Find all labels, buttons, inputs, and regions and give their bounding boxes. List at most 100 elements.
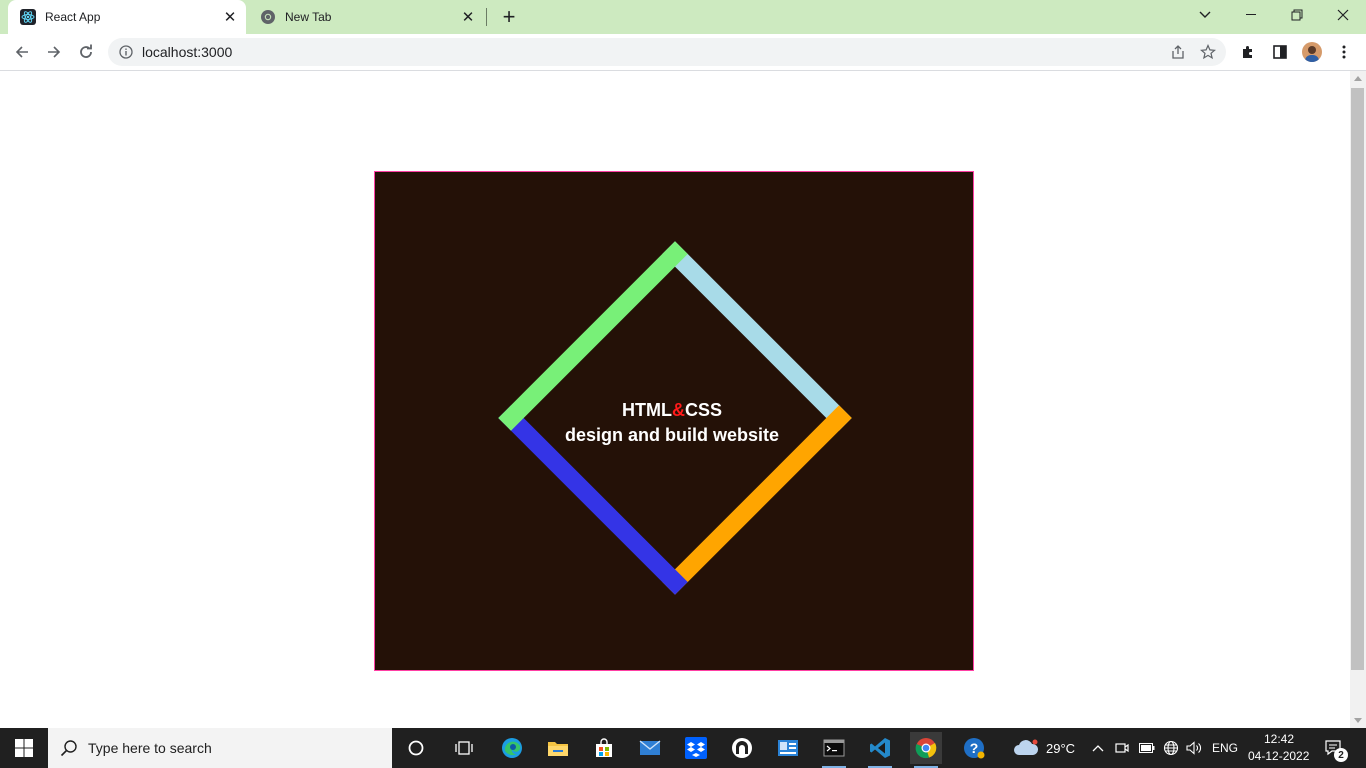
address-bar[interactable]: localhost:3000 [108,38,1226,66]
cloud-icon [1014,739,1039,755]
arch-app-icon [732,738,752,758]
chrome-icon [260,9,276,25]
scroll-up-icon[interactable] [1354,76,1362,81]
clock-date[interactable]: 04-12-2022 [1248,749,1309,763]
hero-heading: HTML&CSS [375,398,969,423]
task-view-icon [455,741,473,755]
globe-icon [1163,740,1179,756]
store-icon [596,738,612,757]
hero-subtitle: design and build website [564,425,780,445]
search-icon [60,740,77,757]
side-panel-icon [1273,45,1287,59]
dropbox-icon [685,737,707,759]
page-viewport: HTML&CSS design and build website [0,71,1350,728]
taskbar-store[interactable] [588,732,620,764]
extensions-button[interactable] [1236,40,1260,64]
forward-arrow-icon [48,46,61,58]
folder-icon [548,742,568,756]
taskbar-mail[interactable] [634,732,666,764]
scroll-down-icon[interactable] [1354,718,1362,723]
puzzle-icon [1243,46,1252,58]
hero-card: HTML&CSS design and build website [374,171,974,671]
camera-icon [1115,743,1129,753]
tab-title: New Tab [285,10,332,24]
search-placeholder: Type here to search [88,740,212,756]
close-window-button[interactable] [1320,0,1366,30]
windows-logo-icon [15,739,33,757]
taskbar-chrome[interactable] [910,732,942,768]
taskbar-search-box[interactable]: Type here to search [48,728,392,768]
contact-card-icon [778,740,798,756]
page-scrollbar[interactable] [1350,71,1366,728]
tray-battery[interactable] [1136,732,1158,764]
restore-button[interactable] [1274,0,1320,30]
taskbar-app-arch[interactable] [726,732,758,764]
notification-center-button[interactable]: 2 [1320,732,1348,764]
tab-strip: React App ✕ New Tab ✕ + [0,0,1366,34]
heading-ampersand: & [671,400,685,420]
hero-text: HTML&CSS design and build website [375,398,969,448]
chevron-down-icon [1199,11,1211,18]
input-language[interactable]: ENG [1212,741,1238,755]
help-icon: ? [964,738,985,759]
chevron-up-icon [1092,745,1104,752]
start-button[interactable] [0,728,48,768]
tray-network[interactable] [1160,732,1182,764]
weather-temperature[interactable]: 29°C [1046,741,1075,756]
heading-html: HTML [622,400,672,420]
taskbar-edge[interactable] [496,732,528,764]
cortana-button[interactable] [400,732,432,764]
react-icon [20,9,36,25]
chrome-browser-icon [915,738,937,759]
tab-separator [486,8,487,26]
taskbar-file-explorer[interactable] [542,732,574,764]
new-tab-button[interactable]: + [498,4,520,29]
taskbar-help[interactable]: ? [958,732,990,764]
tab-react-app[interactable]: React App ✕ [8,0,246,34]
minimize-button[interactable] [1228,0,1274,30]
bookmark-star-icon[interactable] [1200,43,1216,65]
back-button[interactable] [10,40,34,64]
tab-title: React App [45,10,101,24]
tab-new-tab[interactable]: New Tab ✕ [248,0,484,34]
taskbar-dropbox[interactable] [680,732,712,764]
tray-volume[interactable] [1183,732,1205,764]
terminal-icon [823,739,845,757]
weather-widget-icon[interactable] [1010,732,1042,764]
battery-icon [1139,743,1155,753]
profile-avatar[interactable] [1302,42,1322,62]
heading-css: CSS [684,400,722,420]
share-icon[interactable] [1170,44,1186,65]
back-arrow-icon [15,46,28,58]
close-tab-icon[interactable]: ✕ [220,7,240,27]
reload-button[interactable] [74,40,98,64]
more-vert-icon [1342,45,1346,59]
scrollbar-thumb[interactable] [1351,88,1364,670]
close-tab-icon[interactable]: ✕ [458,7,478,27]
taskbar-terminal[interactable] [818,732,850,768]
browser-toolbar: localhost:3000 [0,34,1366,71]
url-text: localhost:3000 [142,44,233,60]
taskbar-vscode[interactable] [864,732,896,768]
vscode-icon [870,738,890,758]
speaker-icon [1186,741,1201,755]
menu-button[interactable] [1332,40,1356,64]
svg-text:?: ? [970,740,979,756]
windows-taskbar: Type here to search ? 29°C ENG 12:42 04-… [0,728,1366,768]
side-panel-button[interactable] [1268,40,1292,64]
close-icon [1337,9,1349,21]
tray-meet-now[interactable] [1112,732,1132,764]
notification-badge: 2 [1334,748,1348,762]
reload-icon [80,44,92,58]
clock-time[interactable]: 12:42 [1264,732,1294,746]
show-hidden-icons[interactable] [1088,732,1108,764]
tab-search-button[interactable] [1182,0,1228,30]
taskbar-app-card[interactable] [772,732,804,764]
restore-icon [1291,9,1303,21]
task-view-button[interactable] [448,732,480,764]
minimize-icon [1246,14,1256,15]
forward-button[interactable] [42,40,66,64]
mail-icon [639,740,661,755]
cortana-icon [408,740,424,756]
site-info-icon[interactable] [118,44,134,60]
